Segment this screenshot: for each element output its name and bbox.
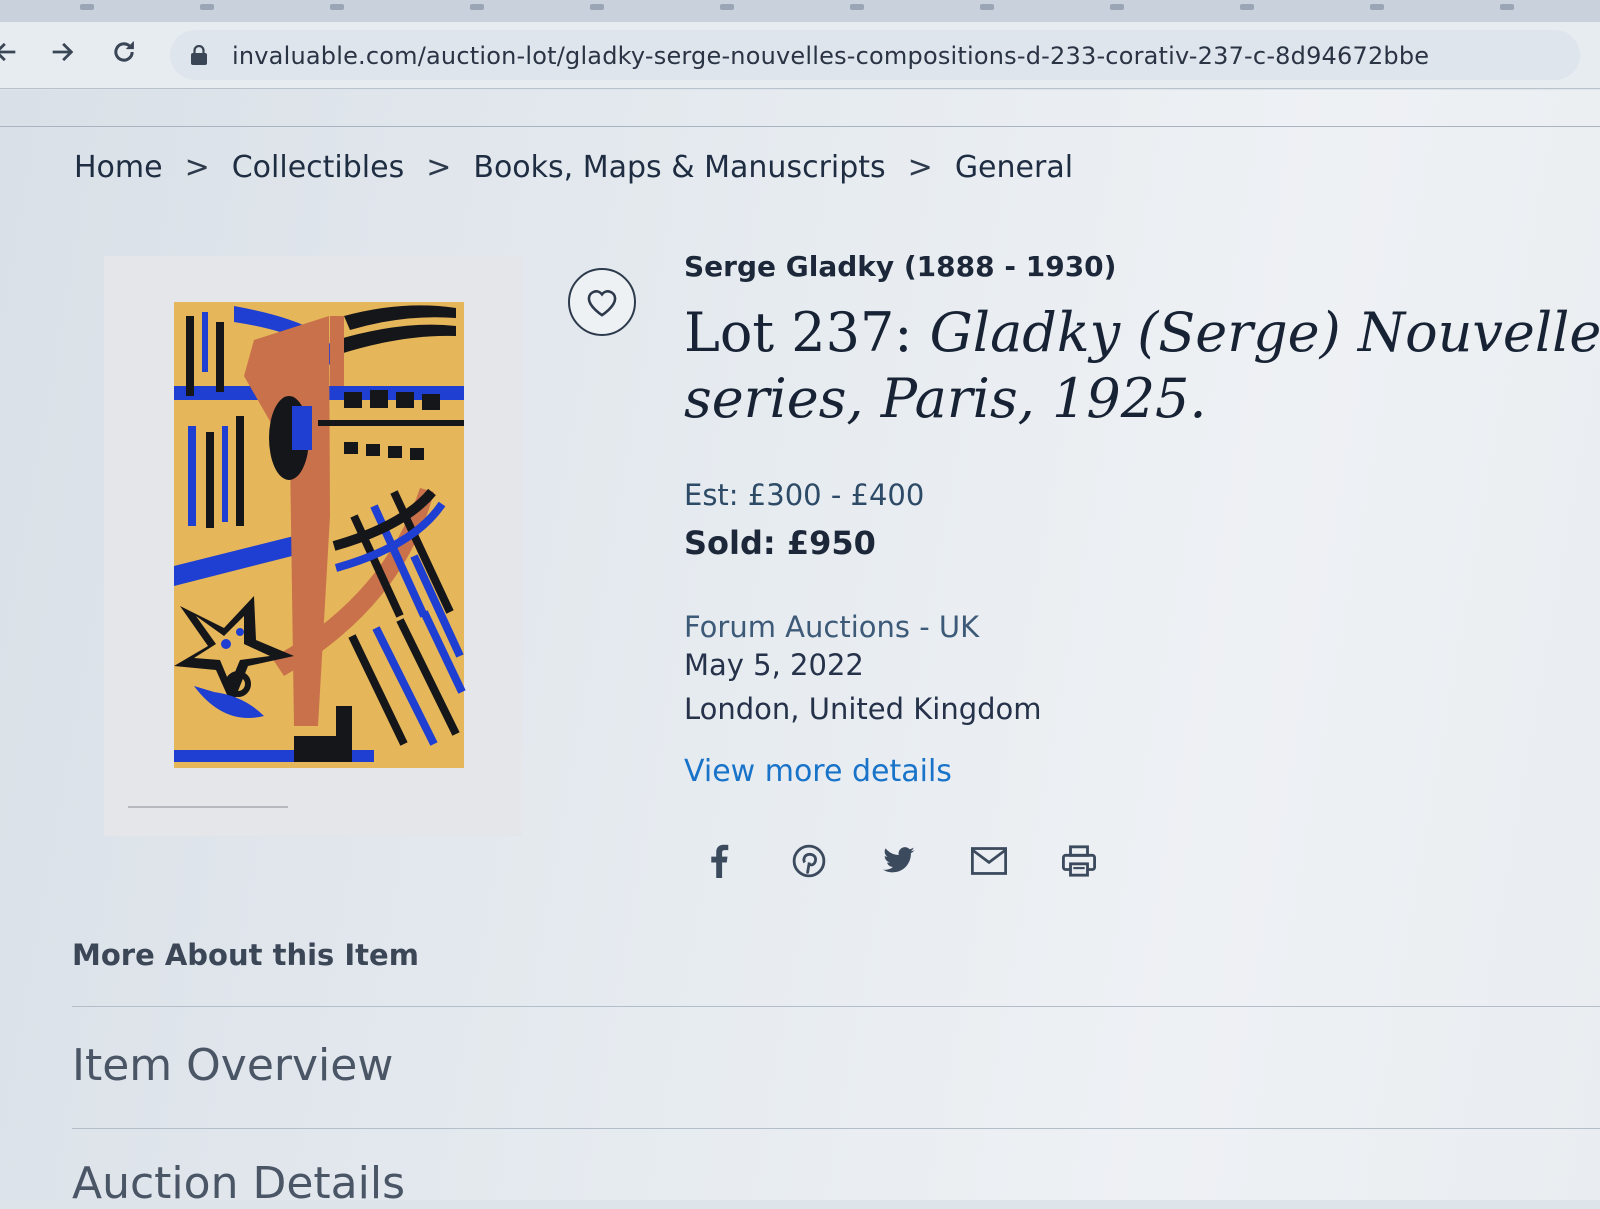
- lot-title: Lot 237: Gladky (Serge) Nouvelles series…: [684, 300, 1600, 432]
- twitter-icon[interactable]: [880, 842, 918, 880]
- pinterest-icon[interactable]: [790, 842, 828, 880]
- breadcrumb-separator: >: [184, 150, 210, 185]
- forward-arrow-icon: [52, 42, 74, 62]
- breadcrumb-separator: >: [426, 150, 452, 185]
- heart-icon: [587, 290, 617, 317]
- lot-title-line-1: Gladky (Serge) Nouvelles: [929, 301, 1600, 364]
- estimate-price: Est: £300 - £400: [684, 478, 925, 512]
- address-bar-url[interactable]: invaluable.com/auction-lot/gladky-serge-…: [232, 42, 1429, 70]
- auction-house[interactable]: Forum Auctions - UK: [684, 610, 979, 644]
- breadcrumb-separator: >: [907, 150, 933, 185]
- auction-location: London, United Kingdom: [684, 692, 1042, 726]
- breadcrumb: Home > Collectibles > Books, Maps & Manu…: [74, 150, 1073, 185]
- reload-button[interactable]: [104, 32, 144, 72]
- header-divider: [0, 126, 1600, 127]
- more-about-heading: More About this Item: [72, 938, 419, 972]
- lot-image[interactable]: [104, 256, 522, 836]
- print-icon[interactable]: [1060, 842, 1098, 880]
- image-caption-line: [128, 806, 288, 808]
- item-overview-section[interactable]: Item Overview: [72, 1040, 393, 1091]
- share-bar: [700, 842, 1098, 880]
- lock-icon: [191, 45, 207, 65]
- auction-date: May 5, 2022: [684, 648, 864, 682]
- breadcrumb-collectibles[interactable]: Collectibles: [232, 150, 405, 185]
- view-more-details-link[interactable]: View more details: [684, 754, 952, 789]
- breadcrumb-home[interactable]: Home: [74, 150, 163, 185]
- back-button[interactable]: [0, 32, 26, 72]
- breadcrumb-general[interactable]: General: [955, 150, 1073, 185]
- favorite-button[interactable]: [568, 268, 636, 336]
- page-content: Home > Collectibles > Books, Maps & Manu…: [0, 90, 1600, 1209]
- artwork-image: [174, 302, 466, 768]
- sold-price: Sold: £950: [684, 524, 876, 562]
- artist-name[interactable]: Serge Gladky (1888 - 1930): [684, 250, 1116, 283]
- reload-icon: [114, 41, 134, 62]
- tab-strip: [0, 0, 1600, 23]
- breadcrumb-books-maps-manuscripts[interactable]: Books, Maps & Manuscripts: [473, 150, 885, 185]
- section-divider: [72, 1128, 1600, 1129]
- lot-number: Lot 237:: [684, 301, 930, 364]
- email-icon[interactable]: [970, 842, 1008, 880]
- back-arrow-icon: [0, 42, 16, 62]
- address-bar[interactable]: invaluable.com/auction-lot/gladky-serge-…: [170, 30, 1580, 80]
- facebook-icon[interactable]: [700, 842, 738, 880]
- section-divider: [72, 1006, 1600, 1007]
- forward-button[interactable]: [42, 32, 82, 72]
- browser-toolbar: invaluable.com/auction-lot/gladky-serge-…: [0, 22, 1600, 89]
- auction-details-section[interactable]: Auction Details: [72, 1158, 405, 1209]
- lot-title-line-2: series, Paris, 1925.: [684, 367, 1207, 430]
